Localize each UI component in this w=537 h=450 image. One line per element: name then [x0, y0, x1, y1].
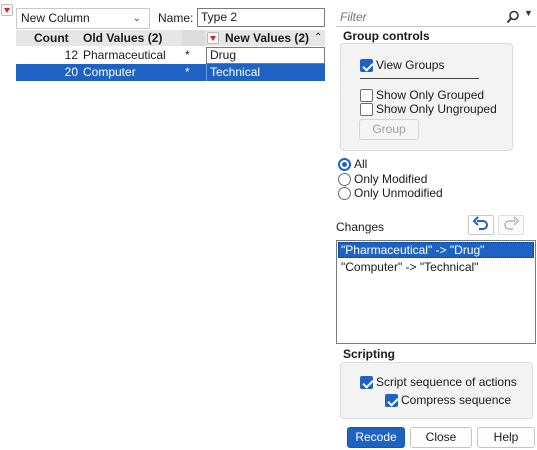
recode-button[interactable]: Recode [347, 427, 405, 448]
row-old-value: Pharmaceutical [83, 48, 166, 62]
new-value-input[interactable]: Drug [206, 47, 325, 64]
show-only-ungrouped-checkbox[interactable] [360, 103, 373, 116]
group-controls-panel: View Groups Show Only Grouped Show Only … [340, 43, 513, 151]
new-values-header[interactable]: New Values (2) [225, 30, 309, 46]
chevron-down-icon: ⌄ [132, 13, 141, 24]
view-groups-checkbox[interactable] [360, 59, 373, 72]
table-row[interactable]: 20 Computer * Technical [16, 64, 325, 81]
filter-box[interactable]: ▼ [336, 8, 536, 27]
undo-button[interactable] [468, 215, 494, 235]
name-input[interactable]: Type 2 [197, 8, 325, 27]
search-icon[interactable] [506, 10, 520, 24]
redo-icon [504, 216, 520, 230]
row-modified-marker: * [185, 48, 190, 62]
divider [360, 78, 479, 79]
show-only-ungrouped-label[interactable]: Show Only Ungrouped [376, 102, 497, 116]
all-radio[interactable] [338, 158, 351, 171]
count-header[interactable]: Count [34, 30, 69, 46]
compress-sequence-label[interactable]: Compress sequence [401, 393, 511, 407]
sort-up-icon[interactable]: ⌃ [314, 30, 322, 46]
scripting-title: Scripting [343, 347, 396, 361]
old-values-header[interactable]: Old Values (2) [83, 30, 162, 46]
only-modified-label[interactable]: Only Modified [354, 172, 427, 186]
new-values-menu-red-triangle-icon[interactable] [207, 32, 219, 44]
name-input-value: Type 2 [201, 10, 238, 24]
name-label: Name: [158, 11, 194, 25]
view-groups-label[interactable]: View Groups [376, 58, 444, 72]
new-value-cell[interactable]: Technical [206, 64, 325, 81]
filter-options-chevron-icon[interactable]: ▼ [524, 8, 533, 18]
help-button[interactable]: Help [477, 427, 535, 448]
row-old-value: Computer [83, 65, 136, 79]
script-sequence-checkbox[interactable] [360, 376, 373, 389]
compress-sequence-checkbox[interactable] [385, 394, 398, 407]
undo-icon [472, 216, 488, 230]
only-unmodified-radio[interactable] [338, 187, 351, 200]
column-mode-dropdown[interactable]: New Column ⌄ [16, 8, 150, 29]
list-item[interactable]: "Pharmaceutical" -> "Drug" [338, 242, 534, 258]
column-mode-value: New Column [21, 11, 90, 25]
group-button[interactable]: Group [359, 119, 419, 140]
changes-title: Changes [336, 220, 385, 234]
filter-input[interactable] [338, 8, 498, 26]
column-menu-red-triangle-icon[interactable] [1, 4, 13, 16]
show-only-grouped-label[interactable]: Show Only Grouped [376, 88, 484, 102]
row-count: 12 [64, 48, 78, 62]
redo-button[interactable] [498, 215, 524, 235]
scripting-panel: Script sequence of actions Compress sequ… [340, 362, 533, 419]
row-modified-marker: * [185, 65, 190, 79]
recode-table: Count Old Values (2) New Values (2) ⌃ 12… [16, 30, 325, 81]
row-count: 20 [64, 65, 78, 79]
table-row[interactable]: 12 Pharmaceutical * Drug [16, 47, 325, 64]
only-unmodified-label[interactable]: Only Unmodified [354, 186, 443, 200]
show-only-grouped-checkbox[interactable] [360, 89, 373, 102]
close-button[interactable]: Close [410, 427, 472, 448]
only-modified-radio[interactable] [338, 173, 351, 186]
changes-list[interactable]: "Pharmaceutical" -> "Drug" "Computer" ->… [336, 240, 536, 344]
all-label[interactable]: All [354, 157, 367, 171]
table-header: Count Old Values (2) New Values (2) ⌃ [16, 30, 325, 46]
script-sequence-label[interactable]: Script sequence of actions [376, 375, 517, 389]
group-controls-title: Group controls [343, 29, 430, 43]
list-item[interactable]: "Computer" -> "Technical" [338, 259, 534, 275]
